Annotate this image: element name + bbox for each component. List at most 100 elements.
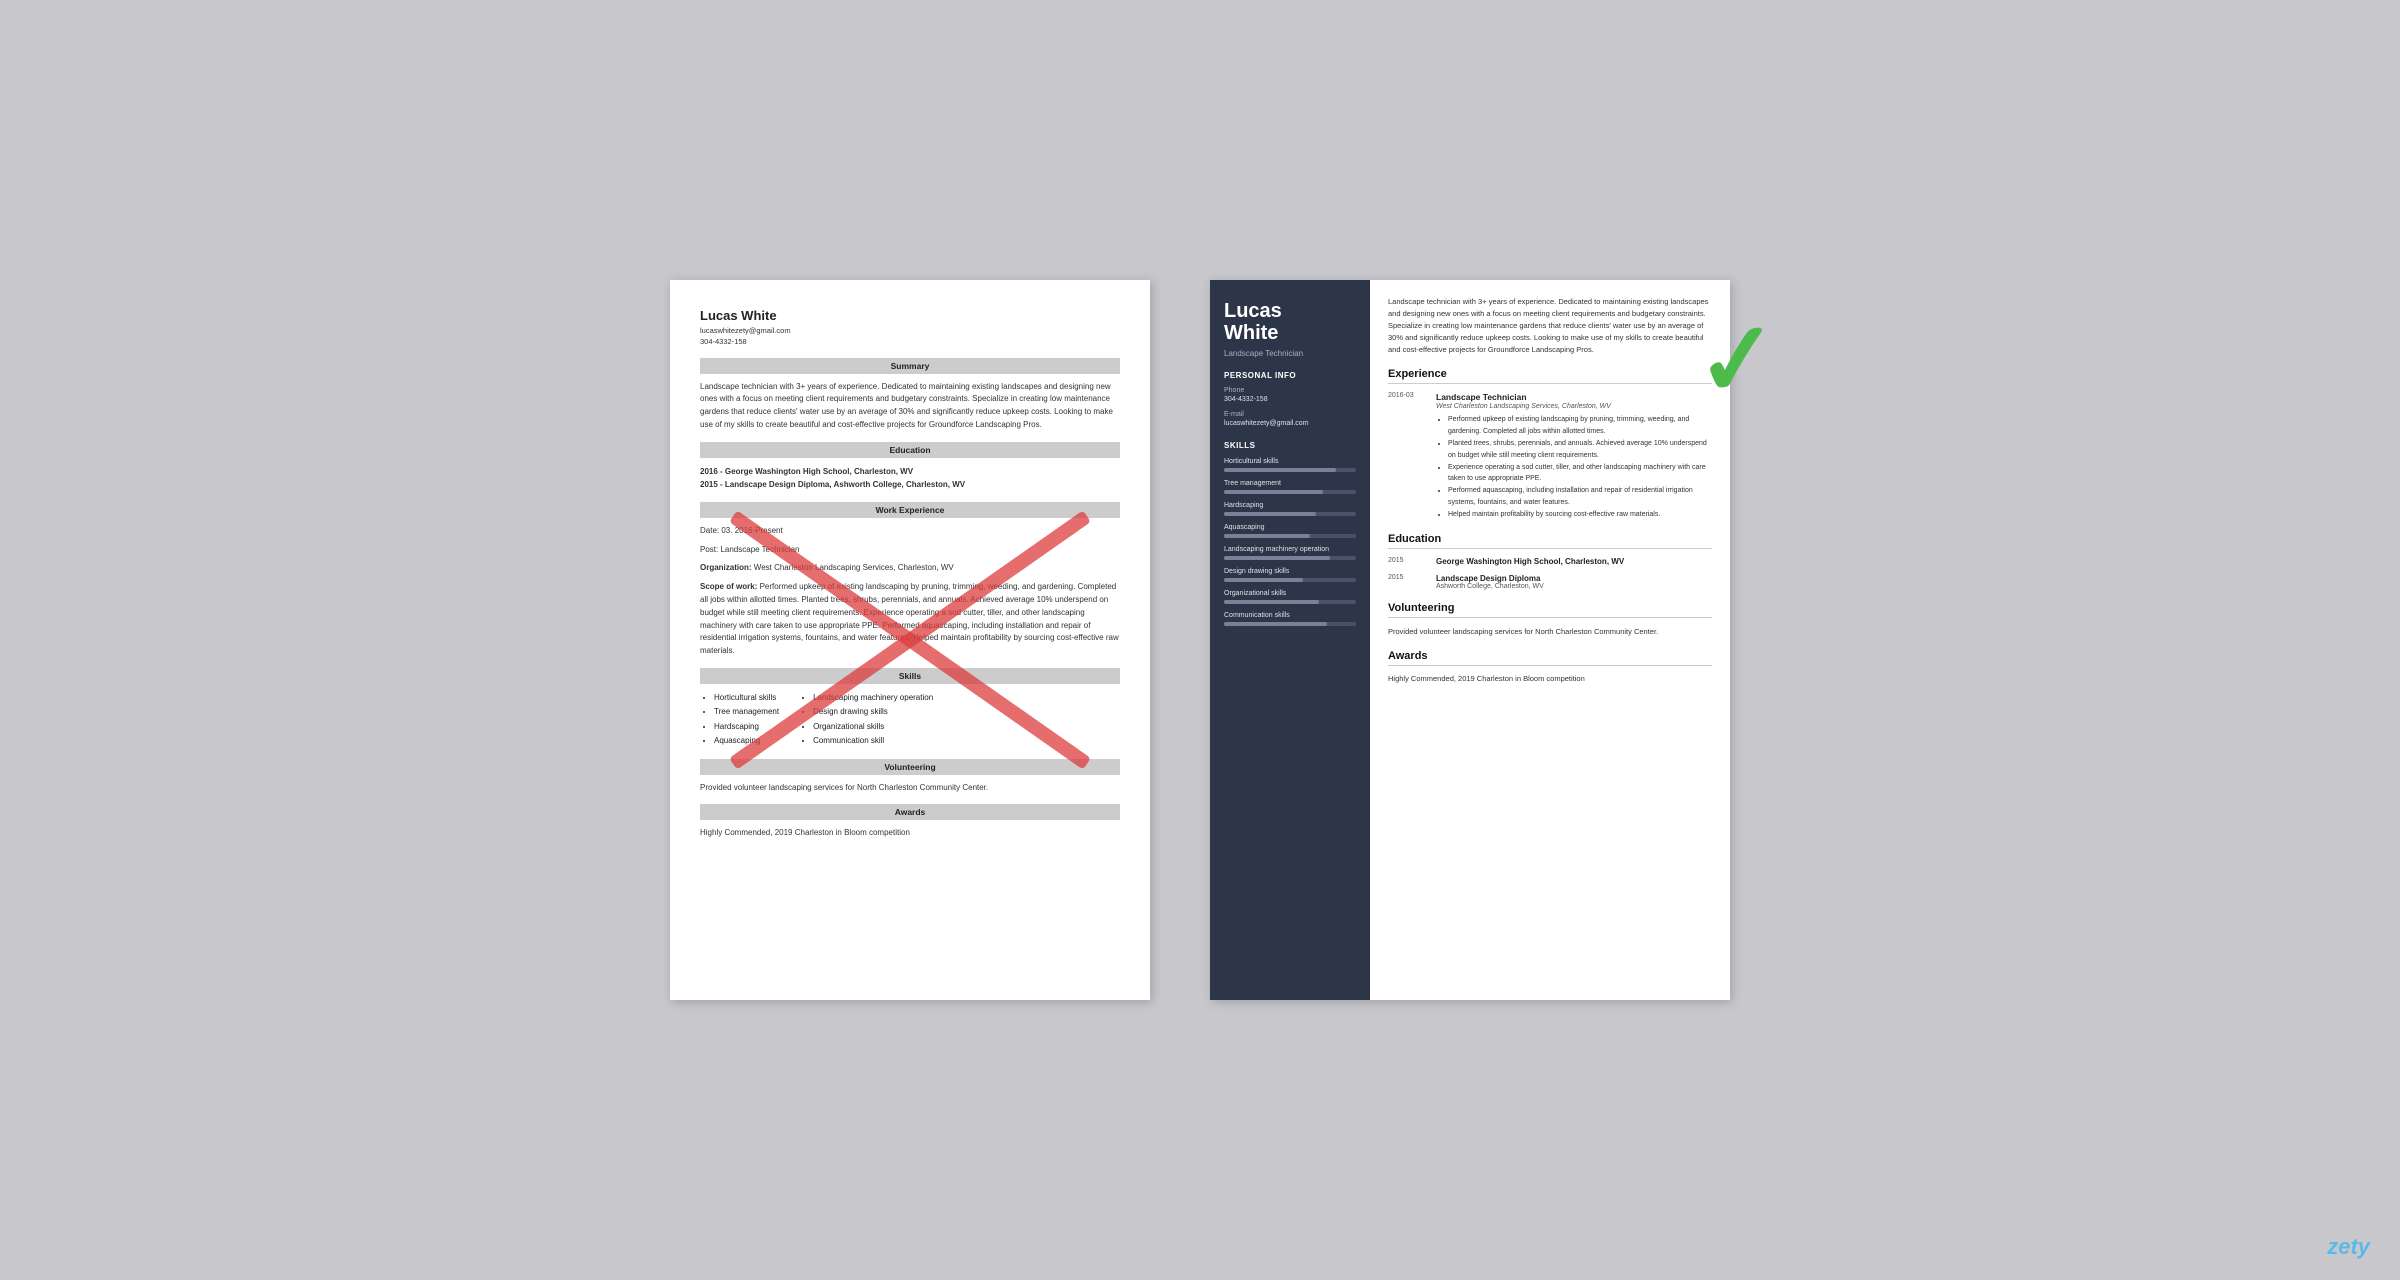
right-vol-text: Provided volunteer landscaping services … <box>1388 626 1712 638</box>
edu-school-1: George Washington High School, Charlesto… <box>1436 557 1624 566</box>
exp-bullet-1-3: Experience operating a sod cutter, tille… <box>1448 462 1712 486</box>
sidebar-skill-3: Hardscaping <box>1224 502 1356 516</box>
skill-name-3: Hardscaping <box>1224 502 1356 509</box>
right-main-content: Landscape technician with 3+ years of ex… <box>1370 280 1730 1000</box>
exp-row-1: 2016-03 Landscape Technician West Charle… <box>1388 392 1712 521</box>
right-title: Landscape Technician <box>1224 349 1356 359</box>
left-skills-left: Horticultural skills Tree management Har… <box>700 691 779 749</box>
sidebar-skill-6: Design drawing skills <box>1224 568 1356 582</box>
edu-year-1: 2015 <box>1388 557 1426 566</box>
left-skills-columns: Horticultural skills Tree management Har… <box>700 691 1120 749</box>
skill-bar-fill-5 <box>1224 556 1330 560</box>
sidebar-skill-4: Aquascaping <box>1224 524 1356 538</box>
left-work-org-label: Organization: <box>700 563 754 572</box>
edu-row-2: 2015 Landscape Design Diploma Ashworth C… <box>1388 574 1712 590</box>
right-first-name: Lucas <box>1224 300 1356 322</box>
right-sidebar: Lucas White Landscape Technician Persona… <box>1210 280 1370 1000</box>
left-work-org-value: West Charleston Landscaping Services, Ch… <box>754 563 954 572</box>
sidebar-skill-8: Communication skills <box>1224 612 1356 626</box>
left-work-date: Date: 03. 2016-Present <box>700 525 1120 538</box>
right-awards-header: Awards <box>1388 650 1712 666</box>
left-education-items: 2016 - George Washington High School, Ch… <box>700 465 1120 492</box>
left-vol-text: Provided volunteer landscaping services … <box>700 782 1120 795</box>
left-skill-4: Aquascaping <box>714 734 779 748</box>
left-scope-label: Scope of work: <box>700 582 757 591</box>
edu-year-2: 2015 <box>1388 574 1426 590</box>
skill-bar-track-8 <box>1224 622 1356 626</box>
left-summary-header: Summary <box>700 358 1120 374</box>
left-edu-2: 2015 - Landscape Design Diploma, Ashwort… <box>700 478 1120 492</box>
skill-bar-track-2 <box>1224 490 1356 494</box>
skill-name-7: Organizational skills <box>1224 590 1356 597</box>
left-summary-text: Landscape technician with 3+ years of ex… <box>700 381 1120 432</box>
edu-detail-2: Landscape Design Diploma Ashworth Colleg… <box>1436 574 1544 590</box>
exp-bullet-1-5: Helped maintain profitability by sourcin… <box>1448 509 1712 521</box>
left-skill-7: Organizational skills <box>813 720 933 734</box>
skill-bar-fill-7 <box>1224 600 1319 604</box>
left-skill-2: Tree management <box>714 705 779 719</box>
sidebar-personal-header: Personal Info <box>1224 371 1356 380</box>
left-work-post: Post: Landscape Technician <box>700 544 1120 557</box>
left-scope-text: Performed upkeep of existing landscaping… <box>700 582 1119 655</box>
skill-bar-fill-4 <box>1224 534 1310 538</box>
sidebar-skills-header: Skills <box>1224 441 1356 450</box>
left-resume: Lucas White lucaswhitezety@gmail.com 304… <box>670 280 1150 1000</box>
right-name-block: Lucas White Landscape Technician <box>1224 300 1356 359</box>
left-skills-header: Skills <box>700 668 1120 684</box>
skill-bar-track-7 <box>1224 600 1356 604</box>
skill-name-5: Landscaping machinery operation <box>1224 546 1356 553</box>
skill-bar-track-1 <box>1224 468 1356 472</box>
left-email: lucaswhitezety@gmail.com <box>700 326 791 335</box>
right-summary-text: Landscape technician with 3+ years of ex… <box>1388 296 1712 356</box>
left-contact: lucaswhitezety@gmail.com 304-4332-158 <box>700 325 1120 348</box>
skill-bar-track-3 <box>1224 512 1356 516</box>
left-work-content: Date: 03. 2016-Present Post: Landscape T… <box>700 525 1120 658</box>
right-edu-header: Education <box>1388 533 1712 549</box>
right-vol-header: Volunteering <box>1388 602 1712 618</box>
left-skill-6: Design drawing skills <box>813 705 933 719</box>
edu-detail-1: George Washington High School, Charlesto… <box>1436 557 1624 566</box>
right-exp-header: Experience <box>1388 368 1712 384</box>
right-experience-section: Experience 2016-03 Landscape Technician … <box>1388 368 1712 521</box>
exp-bullet-1-1: Performed upkeep of existing landscaping… <box>1448 414 1712 438</box>
left-education-header: Education <box>700 442 1120 458</box>
exp-company-1: West Charleston Landscaping Services, Ch… <box>1436 403 1712 410</box>
right-vol-section: Volunteering Provided volunteer landscap… <box>1388 602 1712 638</box>
left-work-scope: Scope of work: Performed upkeep of exist… <box>700 581 1120 658</box>
right-awards-section: Awards Highly Commended, 2019 Charleston… <box>1388 650 1712 683</box>
left-skill-1: Horticultural skills <box>714 691 779 705</box>
sidebar-phone-label: Phone <box>1224 387 1356 394</box>
left-edu-1: 2016 - George Washington High School, Ch… <box>700 465 1120 479</box>
sidebar-email-label: E-mail <box>1224 411 1356 418</box>
skill-name-4: Aquascaping <box>1224 524 1356 531</box>
sidebar-phone-value: 304-4332-158 <box>1224 395 1356 405</box>
edu-row-1: 2015 George Washington High School, Char… <box>1388 557 1712 566</box>
sidebar-skill-2: Tree management <box>1224 480 1356 494</box>
skill-name-8: Communication skills <box>1224 612 1356 619</box>
sidebar-skill-7: Organizational skills <box>1224 590 1356 604</box>
right-awards-text: Highly Commended, 2019 Charleston in Blo… <box>1388 674 1712 683</box>
zety-brand: zety <box>2327 1234 2370 1260</box>
left-awards-text: Highly Commended, 2019 Charleston in Blo… <box>700 827 1120 840</box>
left-name: Lucas White <box>700 308 1120 323</box>
edu-degree-2: Landscape Design Diploma <box>1436 574 1544 583</box>
exp-bullet-1-2: Planted trees, shrubs, perennials, and a… <box>1448 438 1712 462</box>
skill-name-6: Design drawing skills <box>1224 568 1356 575</box>
exp-title-1: Landscape Technician <box>1436 392 1712 402</box>
skill-bar-fill-3 <box>1224 512 1316 516</box>
exp-date-1: 2016-03 <box>1388 392 1426 521</box>
skill-bar-fill-8 <box>1224 622 1327 626</box>
sidebar-skill-5: Landscaping machinery operation <box>1224 546 1356 560</box>
sidebar-email-value: lucaswhitezety@gmail.com <box>1224 419 1356 429</box>
left-work-org: Organization: West Charleston Landscapin… <box>700 562 1120 575</box>
exp-bullets-1: Performed upkeep of existing landscaping… <box>1436 414 1712 521</box>
skill-name-2: Tree management <box>1224 480 1356 487</box>
right-last-name: White <box>1224 322 1356 344</box>
skill-name-1: Horticultural skills <box>1224 458 1356 465</box>
skill-bar-track-4 <box>1224 534 1356 538</box>
skill-bar-track-6 <box>1224 578 1356 582</box>
left-skills-right: Landscaping machinery operation Design d… <box>799 691 933 749</box>
left-skill-3: Hardscaping <box>714 720 779 734</box>
left-awards-header: Awards <box>700 804 1120 820</box>
right-resume: ✓ Lucas White Landscape Technician Perso… <box>1210 280 1730 1000</box>
